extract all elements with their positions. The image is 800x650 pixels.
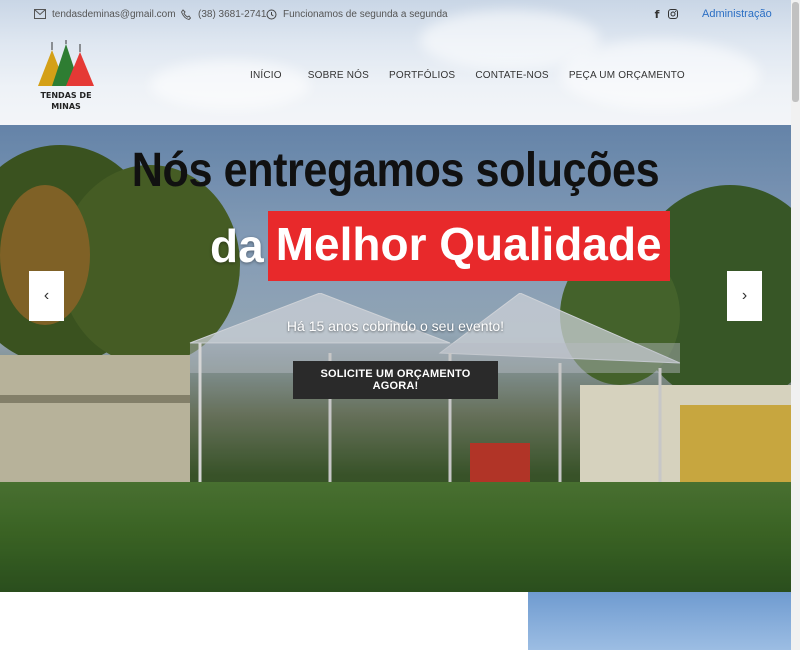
hero-subtext: Há 15 anos cobrindo o seu evento!: [286, 318, 505, 334]
site-header: tendasdeminas@gmail.com (38) 3681-2741 F…: [0, 0, 791, 125]
sky-cloud: [150, 60, 310, 110]
phone-text: (38) 3681-2741: [198, 8, 267, 20]
chevron-right-icon: ›: [741, 287, 748, 304]
page-scrollbar[interactable]: [791, 0, 800, 650]
facebook-icon: f: [654, 7, 660, 21]
envelope-icon: [34, 8, 46, 20]
hero-headline-plain: da: [210, 220, 264, 272]
admin-link-text[interactable]: Administração: [702, 8, 772, 20]
logo-text-line1: TENDAS DE: [40, 91, 92, 100]
hero-headline-line2: da Melhor Qualidade: [210, 211, 670, 281]
facebook-link[interactable]: f: [651, 7, 663, 21]
logo-text: TENDAS DE MINAS: [36, 90, 96, 112]
main-navigation: INÍCIO SOBRE NÓS PORTFÓLIOS CONTATE-NOS …: [250, 70, 685, 81]
email-contact[interactable]: tendasdeminas@gmail.com: [34, 8, 176, 20]
clock-icon: [265, 8, 277, 20]
phone-contact[interactable]: (38) 3681-2741: [180, 8, 266, 20]
chevron-left-icon: ‹: [43, 287, 50, 304]
hours-info: Funcionamos de segunda a segunda: [265, 8, 448, 20]
section-image-preview: [528, 592, 791, 650]
instagram-icon: [667, 8, 679, 20]
email-text: tendasdeminas@gmail.com: [52, 8, 176, 20]
nav-item-peca-orcamento[interactable]: PEÇA UM ORÇAMENTO: [569, 70, 685, 81]
scrollbar-thumb[interactable]: [792, 2, 799, 102]
phone-icon: [180, 8, 192, 20]
nav-item-inicio[interactable]: INÍCIO: [250, 70, 282, 81]
instagram-link[interactable]: [667, 8, 679, 20]
admin-link[interactable]: Administração: [702, 8, 772, 20]
hero-headline-highlight: Melhor Qualidade: [267, 211, 670, 281]
site-logo[interactable]: TENDAS DE MINAS: [36, 40, 96, 120]
nav-item-contate-nos[interactable]: CONTATE-NOS: [475, 70, 549, 81]
hours-text: Funcionamos de segunda a segunda: [283, 8, 448, 20]
slider-next-button[interactable]: ›: [727, 271, 762, 321]
logo-text-line2: MINAS: [51, 102, 81, 111]
hero-headline-line1: Nós entregamos soluções: [131, 144, 660, 197]
request-quote-button[interactable]: SOLICITE UM ORÇAMENTO AGORA!: [293, 361, 498, 399]
nav-item-sobre-nos[interactable]: SOBRE NÓS: [308, 70, 369, 81]
slider-prev-button[interactable]: ‹: [29, 271, 64, 321]
top-contact-bar: tendasdeminas@gmail.com (38) 3681-2741 F…: [0, 8, 791, 26]
tents-logo-graphic: [38, 40, 94, 86]
nav-item-portfolios[interactable]: PORTFÓLIOS: [389, 70, 455, 81]
